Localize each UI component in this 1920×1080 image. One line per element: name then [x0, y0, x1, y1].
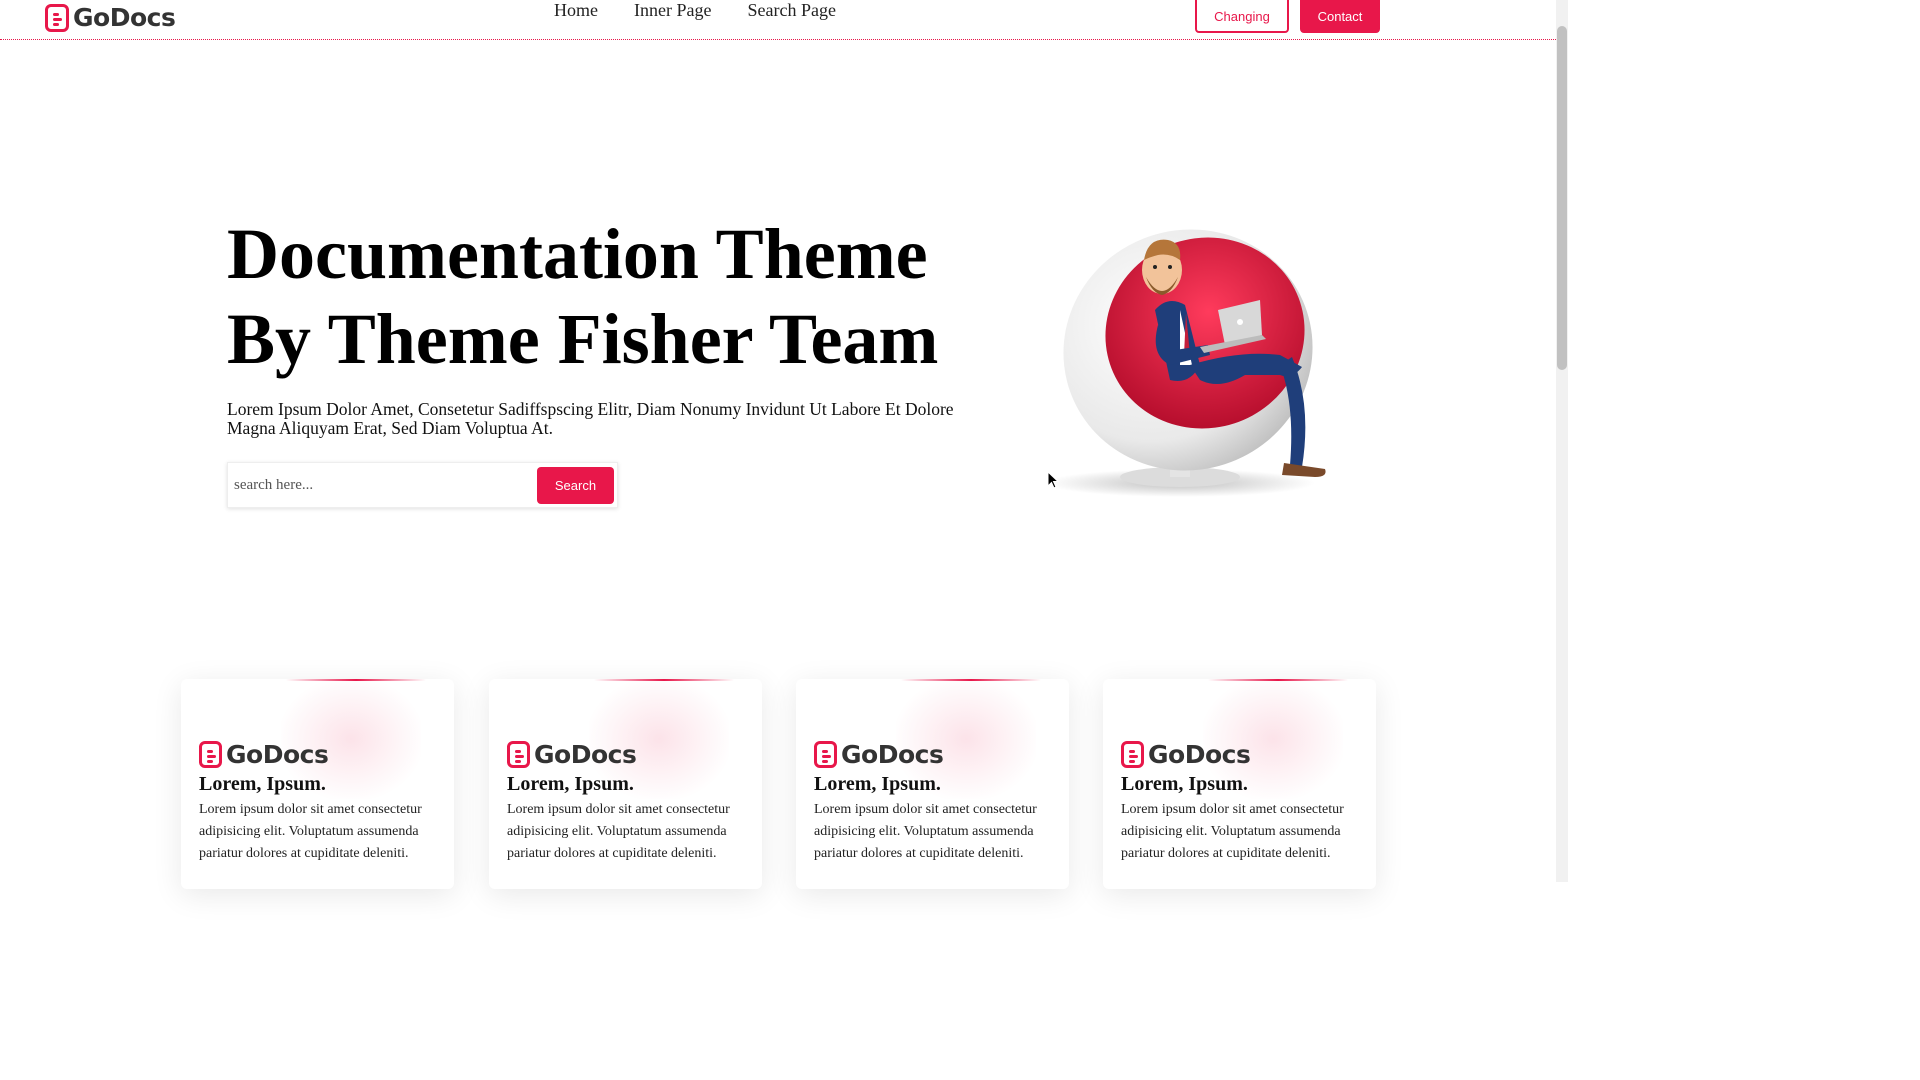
site-logo[interactable]: GoDocs: [45, 3, 176, 32]
card-accent-line: [594, 679, 734, 681]
document-icon: [814, 741, 837, 768]
feature-card[interactable]: GoDocs Lorem, Ipsum. Lorem ipsum dolor s…: [181, 679, 454, 889]
card-title: Lorem, Ipsum.: [1121, 773, 1248, 795]
card-logo-text: GoDocs: [1148, 740, 1251, 769]
feature-card[interactable]: GoDocs Lorem, Ipsum. Lorem ipsum dolor s…: [1103, 679, 1376, 889]
search-input[interactable]: [234, 463, 534, 507]
card-logo: GoDocs: [507, 740, 637, 769]
nav-search-page[interactable]: Search Page: [747, 0, 835, 20]
contact-button[interactable]: Contact: [1300, 0, 1380, 33]
card-text: Lorem ipsum dolor sit amet consectetur a…: [1121, 802, 1344, 861]
card-logo: GoDocs: [1121, 740, 1251, 769]
changing-button[interactable]: Changing: [1195, 0, 1289, 33]
hero-search-form: Search: [227, 462, 618, 508]
card-accent-line: [901, 679, 1041, 681]
nav-home[interactable]: Home: [554, 0, 598, 20]
logo-text: GoDocs: [73, 3, 176, 32]
document-icon: [1121, 741, 1144, 768]
document-icon: [45, 3, 69, 32]
hero-subtitle: Lorem Ipsum Dolor Amet, Consetetur Sadif…: [227, 399, 954, 438]
hero-title-line-2: By Theme Fisher Team: [227, 299, 939, 379]
card-logo: GoDocs: [199, 740, 329, 769]
document-icon: [199, 741, 222, 768]
card-title: Lorem, Ipsum.: [814, 773, 941, 795]
card-title: Lorem, Ipsum.: [507, 773, 634, 795]
card-logo-text: GoDocs: [841, 740, 944, 769]
feature-card[interactable]: GoDocs Lorem, Ipsum. Lorem ipsum dolor s…: [489, 679, 762, 889]
card-text: Lorem ipsum dolor sit amet consectetur a…: [814, 802, 1037, 861]
site-header: GoDocs Home Inner Page Search Page Chang…: [0, 0, 1556, 40]
hero-title: Documentation Theme By Theme Fisher Team: [227, 212, 987, 382]
main-nav: Home Inner Page Search Page: [554, 0, 836, 20]
card-logo: GoDocs: [814, 740, 944, 769]
hero-illustration: [1045, 229, 1326, 497]
hero-title-line-1: Documentation Theme: [227, 214, 928, 294]
card-logo-text: GoDocs: [534, 740, 637, 769]
card-title: Lorem, Ipsum.: [199, 773, 326, 795]
nav-inner-page[interactable]: Inner Page: [634, 0, 711, 20]
card-logo-text: GoDocs: [226, 740, 329, 769]
mouse-cursor-icon: [1047, 471, 1059, 489]
document-icon: [507, 741, 530, 768]
card-text: Lorem ipsum dolor sit amet consectetur a…: [199, 802, 422, 861]
feature-card[interactable]: GoDocs Lorem, Ipsum. Lorem ipsum dolor s…: [796, 679, 1069, 889]
scrollbar-thumb[interactable]: [1557, 26, 1567, 370]
card-accent-line: [1208, 679, 1348, 681]
card-text: Lorem ipsum dolor sit amet consectetur a…: [507, 802, 730, 861]
search-button[interactable]: Search: [537, 467, 614, 504]
card-accent-line: [286, 679, 426, 681]
